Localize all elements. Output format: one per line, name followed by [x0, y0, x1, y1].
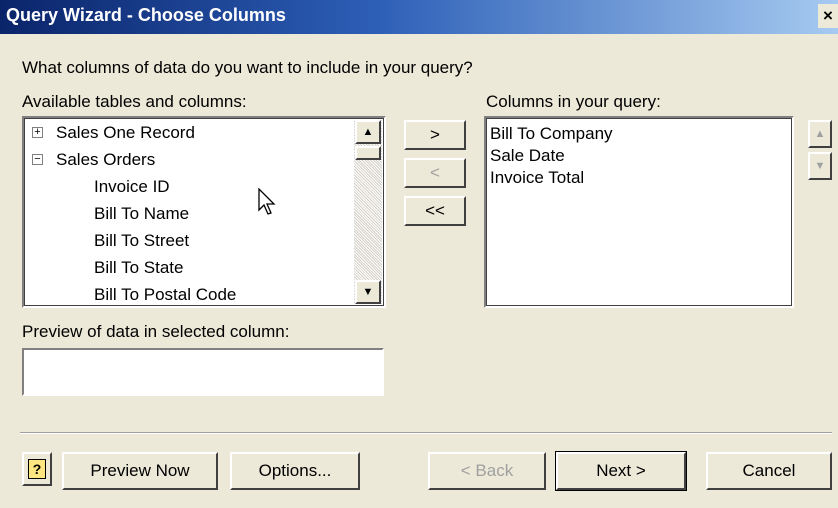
next-button[interactable]: Next >: [555, 451, 687, 491]
tree-item-label: Sales Orders: [56, 150, 156, 169]
remove-column-label: <: [430, 163, 440, 182]
help-icon: ?: [28, 459, 46, 479]
help-button[interactable]: ?: [22, 452, 52, 486]
scroll-down-button[interactable]: ▼: [355, 280, 381, 304]
add-column-label: >: [430, 125, 440, 144]
query-columns-list[interactable]: Bill To Company Sale Date Invoice Total: [484, 116, 794, 308]
expand-icon[interactable]: +: [32, 127, 43, 138]
query-column-item[interactable]: Sale Date: [490, 144, 565, 168]
mouse-cursor-icon: [258, 188, 276, 215]
column-item[interactable]: Bill To Name: [94, 201, 189, 227]
arrow-down-icon: ▼: [814, 160, 826, 172]
options-label: Options...: [258, 461, 332, 480]
tree-item-label: Sales One Record: [56, 123, 195, 142]
separator: [20, 432, 832, 434]
arrow-up-icon: ▲: [362, 126, 374, 138]
close-icon: ×: [823, 6, 833, 25]
prompt-text: What columns of data do you want to incl…: [22, 58, 473, 77]
cancel-label: Cancel: [742, 461, 796, 480]
window-title: Query Wizard - Choose Columns: [6, 5, 286, 25]
scroll-thumb[interactable]: [355, 146, 381, 160]
preview-now-label: Preview Now: [90, 461, 190, 480]
preview-label: Preview of data in selected column:: [22, 322, 290, 341]
column-item[interactable]: Invoice ID: [94, 174, 170, 200]
query-column-item[interactable]: Invoice Total: [490, 166, 584, 190]
available-columns-list[interactable]: + Sales One Record − Sales Orders Invoic…: [22, 116, 386, 308]
column-item[interactable]: Bill To Street: [94, 228, 189, 254]
arrow-down-icon: ▼: [362, 286, 374, 298]
query-column-item[interactable]: Bill To Company: [490, 122, 613, 146]
title-bar: Query Wizard - Choose Columns ×: [0, 0, 838, 34]
arrow-up-icon: ▲: [814, 128, 826, 140]
remove-column-button[interactable]: <: [404, 158, 466, 188]
query-columns-label: Columns in your query:: [486, 92, 661, 111]
move-up-button[interactable]: ▲: [808, 120, 832, 148]
remove-all-label: <<: [425, 201, 445, 220]
available-list-scrollbar[interactable]: ▲ ▼: [354, 120, 382, 304]
scroll-up-button[interactable]: ▲: [355, 120, 381, 144]
remove-all-columns-button[interactable]: <<: [404, 196, 466, 226]
next-label: Next >: [596, 461, 646, 480]
add-column-button[interactable]: >: [404, 120, 466, 150]
cancel-button[interactable]: Cancel: [706, 452, 832, 490]
close-button[interactable]: ×: [818, 4, 838, 28]
available-columns-label: Available tables and columns:: [22, 92, 247, 111]
back-button[interactable]: < Back: [428, 452, 546, 490]
column-item[interactable]: Bill To Postal Code: [94, 282, 236, 306]
move-down-button[interactable]: ▼: [808, 152, 832, 180]
preview-field[interactable]: [22, 348, 384, 396]
back-label: < Back: [460, 461, 514, 480]
column-item[interactable]: Bill To State: [94, 255, 183, 281]
collapse-icon[interactable]: −: [32, 154, 43, 165]
options-button[interactable]: Options...: [230, 452, 360, 490]
preview-now-button[interactable]: Preview Now: [62, 452, 218, 490]
